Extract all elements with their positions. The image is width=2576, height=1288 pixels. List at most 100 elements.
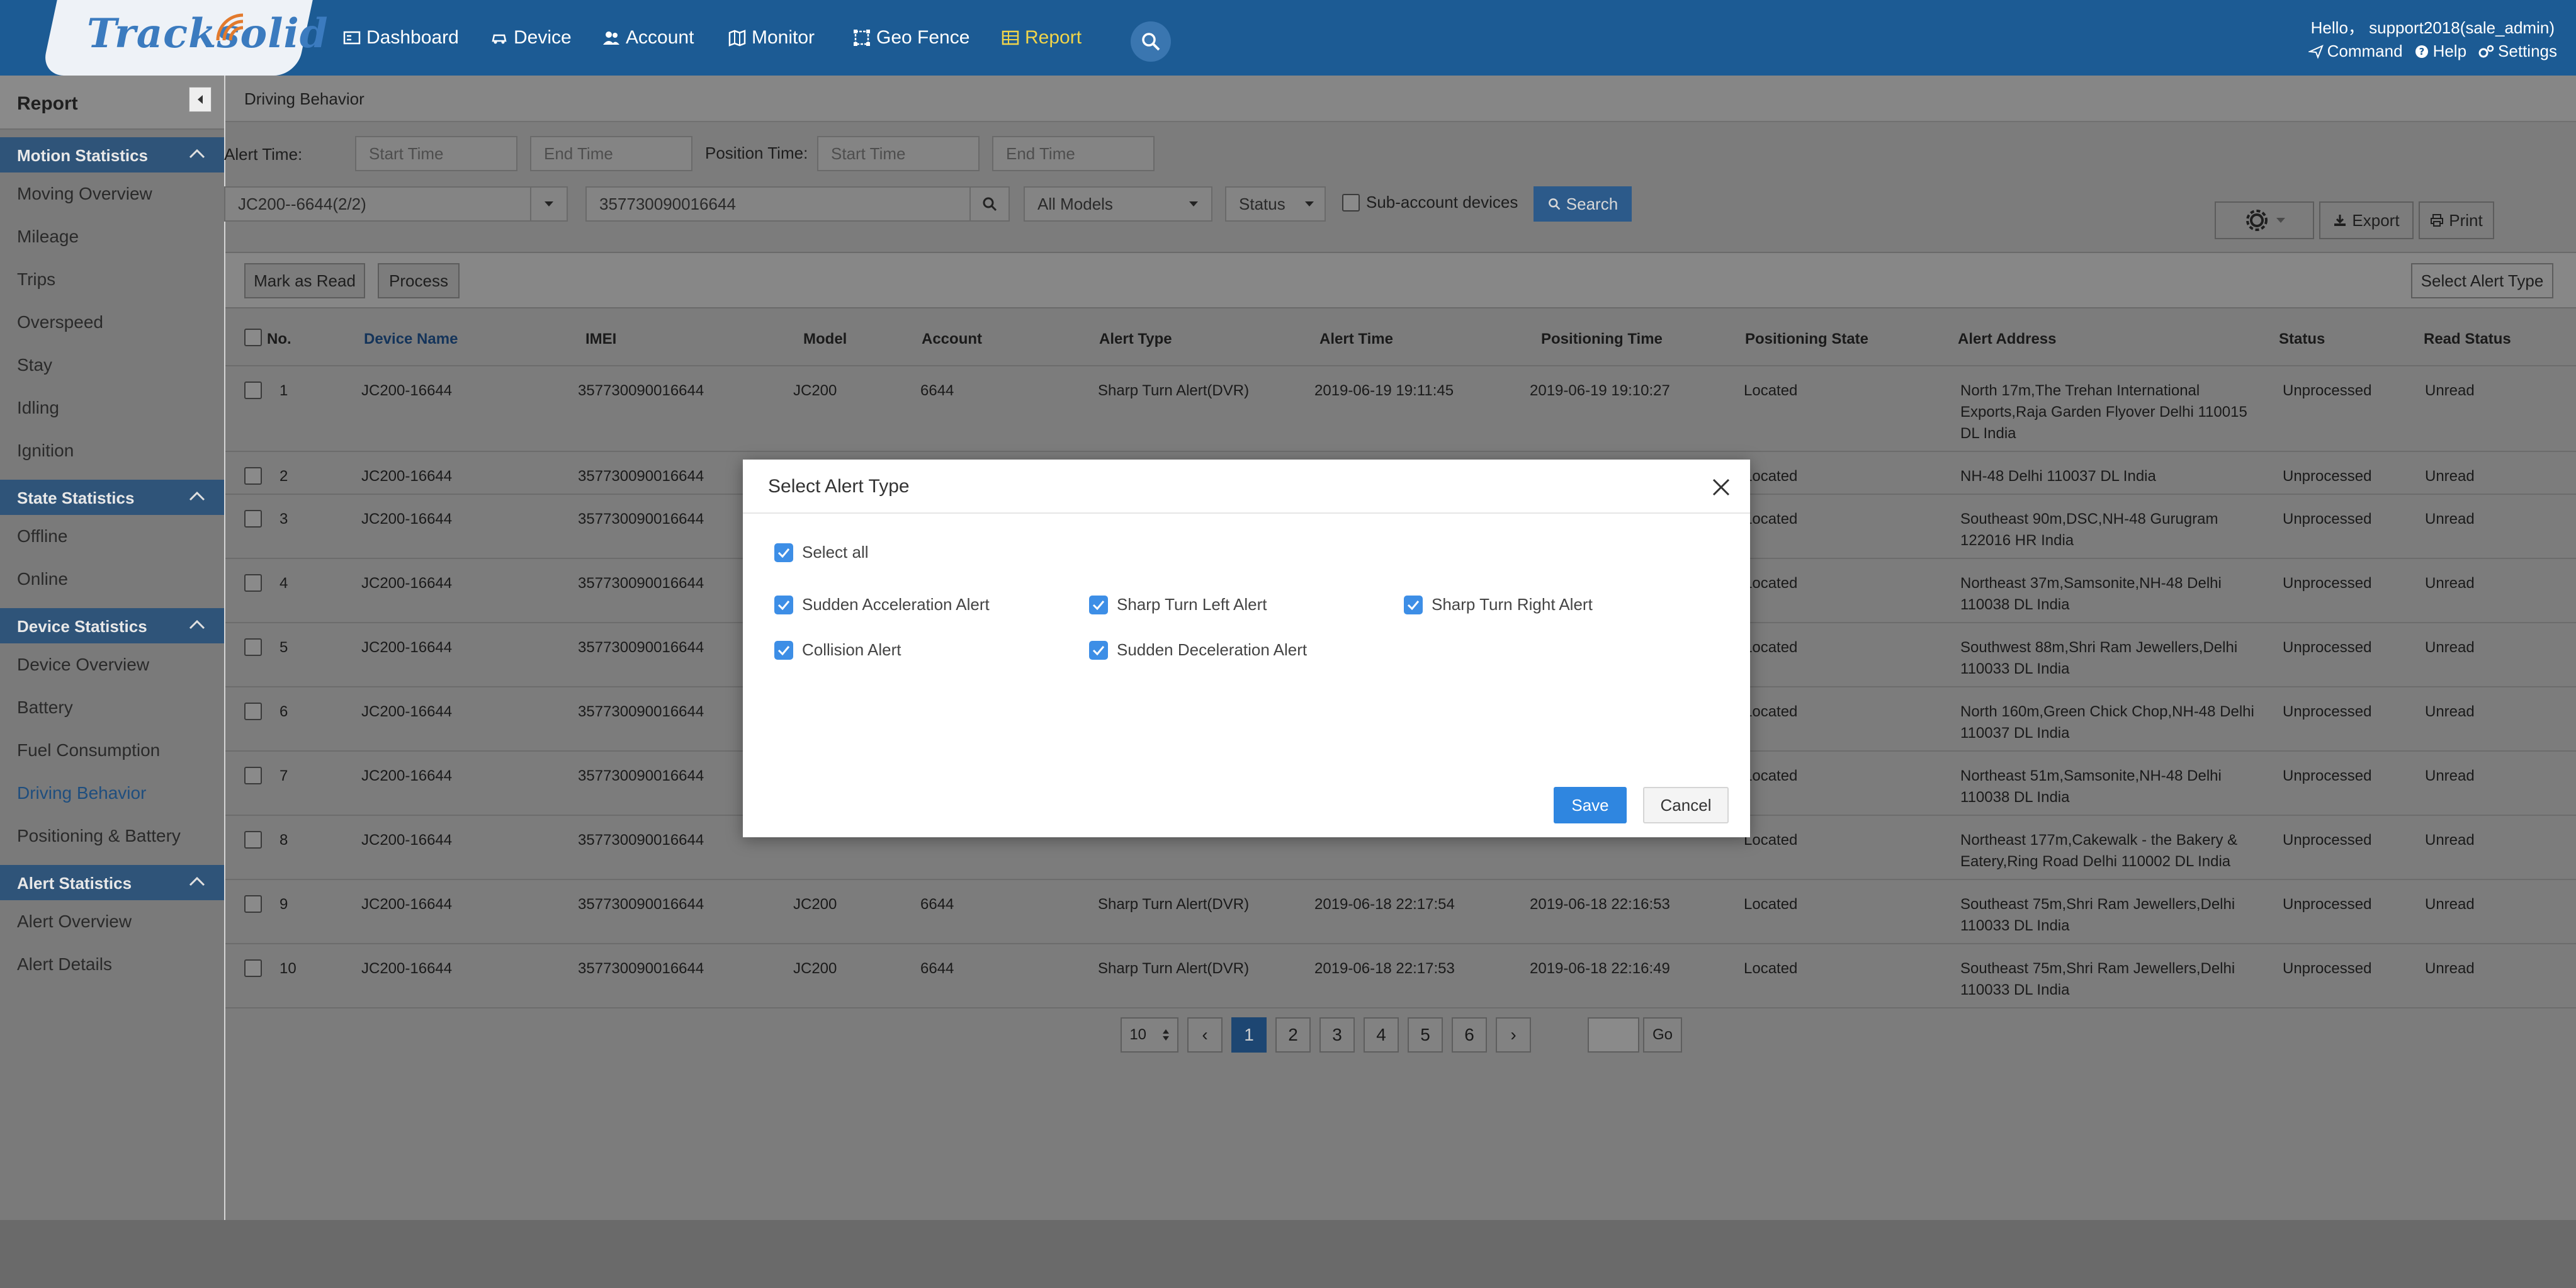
select-alert-type-button[interactable]: Select Alert Type [2411,263,2553,298]
table-row[interactable]: 1 JC200-16644 357730090016644 JC200 6644 Shar… [225,366,2576,452]
prev-page-button[interactable]: ‹ [1187,1017,1223,1053]
sidebar-section-device-statistics[interactable]: Device Statistics [0,608,224,643]
sidebar-item-battery[interactable]: Battery [0,686,224,729]
position-end-time-input[interactable]: End Time [992,136,1155,171]
page-4-button[interactable]: 4 [1364,1017,1399,1053]
account-select[interactable]: JC200--6644(2/2) [224,186,568,222]
mark-as-read-button[interactable]: Mark as Read [244,263,365,298]
nav-device[interactable]: Device [490,25,572,50]
checkmark-icon [1407,600,1420,610]
imei-input[interactable]: 357730090016644 [585,186,971,222]
table-row[interactable]: 10 JC200-16644 357730090016644 JC200 6644 Sha… [225,944,2576,1008]
nav-device-label: Device [514,27,572,48]
page-size-select[interactable]: 10 [1121,1017,1178,1053]
sidebar-item-online[interactable]: Online [0,558,224,601]
nav-monitor[interactable]: Monitor [728,25,815,50]
page-2-button[interactable]: 2 [1275,1017,1311,1053]
option-label: Sudden Deceleration Alert [1117,640,1308,659]
sidebar-item-moving-overview[interactable]: Moving Overview [0,172,224,215]
row-checkbox[interactable] [244,703,262,720]
sub-account-checkbox[interactable] [1342,193,1360,212]
imei-search-button[interactable] [969,186,1010,222]
select-all-checkbox[interactable] [774,543,793,562]
sharp-turn-left-checkbox[interactable] [1089,595,1108,614]
sidebar-item-driving-behavior[interactable]: Driving Behavior [0,772,224,815]
page-1-button[interactable]: 1 [1231,1017,1267,1053]
option-sharp-turn-left[interactable]: Sharp Turn Left Alert [1089,595,1267,614]
sudden-deceleration-checkbox[interactable] [1089,640,1108,660]
select-all-rows-checkbox[interactable] [244,329,262,346]
sub-account-toggle[interactable]: Sub-account devices [1342,193,1518,212]
row-checkbox[interactable] [244,510,262,528]
sidebar-item-alert-details[interactable]: Alert Details [0,943,224,986]
help-link[interactable]: ? Help [2414,42,2466,61]
row-checkbox[interactable] [244,831,262,849]
sidebar-item-trips[interactable]: Trips [0,258,224,301]
sidebar-section-motion-statistics[interactable]: Motion Statistics [0,137,224,172]
col-device-name[interactable]: Device Name [364,329,458,350]
status-select[interactable]: Status [1225,186,1326,222]
account-select-arrow[interactable] [530,186,568,222]
process-button[interactable]: Process [378,263,460,298]
search-button[interactable]: Search [1534,186,1632,222]
row-checkbox[interactable] [244,381,262,399]
sharp-turn-right-checkbox[interactable] [1404,595,1423,614]
logo[interactable]: Tracksolid [87,10,329,57]
option-sudden-acceleration[interactable]: Sudden Acceleration Alert [774,595,990,614]
sidebar-item-fuel-consumption[interactable]: Fuel Consumption [0,729,224,772]
export-button[interactable]: Export [2319,201,2414,239]
row-checkbox[interactable] [244,895,262,913]
sidebar-item-stay[interactable]: Stay [0,344,224,387]
go-button[interactable]: Go [1643,1017,1682,1053]
nav-account[interactable]: Account [602,25,694,50]
model-select[interactable]: All Models [1024,186,1212,222]
save-button[interactable]: Save [1554,787,1627,823]
sidebar-section-state-statistics[interactable]: State Statistics [0,480,224,515]
global-search-button[interactable] [1131,21,1171,62]
print-button[interactable]: Print [2419,201,2494,239]
row-positioning-state: Located [1744,960,1798,977]
column-settings-button[interactable] [2215,201,2314,239]
page-3-button[interactable]: 3 [1319,1017,1355,1053]
settings-link[interactable]: Settings [2478,42,2557,61]
row-checkbox[interactable] [244,574,262,592]
sidebar-item-alert-overview[interactable]: Alert Overview [0,900,224,943]
sidebar-item-offline[interactable]: Offline [0,515,224,558]
row-checkbox[interactable] [244,467,262,485]
position-start-time-input[interactable]: Start Time [817,136,980,171]
username[interactable]: support2018(sale_admin) [2369,18,2555,37]
nav-dashboard[interactable]: Dashboard [342,25,459,50]
sidebar-item-idling[interactable]: Idling [0,387,224,429]
collision-checkbox[interactable] [774,640,793,660]
next-page-button[interactable]: › [1496,1017,1531,1053]
cancel-button[interactable]: Cancel [1643,787,1729,823]
row-checkbox[interactable] [244,638,262,656]
select-all-option[interactable]: Select all [774,543,869,562]
sidebar-item-mileage[interactable]: Mileage [0,215,224,258]
alert-end-time-input[interactable]: End Time [530,136,692,171]
row-alert-type: Sharp Turn Alert(DVR) [1098,896,1250,913]
page-6-button[interactable]: 6 [1452,1017,1487,1053]
col-model: Model [803,330,847,347]
table-row[interactable]: 9 JC200-16644 357730090016644 JC200 6644 Shar… [225,880,2576,944]
row-checkbox[interactable] [244,959,262,977]
sidebar-item-positioning-battery[interactable]: Positioning & Battery [0,815,224,857]
option-collision[interactable]: Collision Alert [774,640,901,660]
sidebar-item-ignition[interactable]: Ignition [0,429,224,472]
close-icon[interactable] [1710,476,1732,499]
sidebar-item-device-overview[interactable]: Device Overview [0,643,224,686]
nav-geo-fence[interactable]: Geo Fence [852,25,969,50]
page-jump-input[interactable] [1588,1017,1639,1053]
row-checkbox[interactable] [244,767,262,784]
alert-start-time-input[interactable]: Start Time [355,136,517,171]
sidebar-section-alert-statistics[interactable]: Alert Statistics [0,865,224,900]
option-sharp-turn-right[interactable]: Sharp Turn Right Alert [1404,595,1593,614]
sidebar-item-overspeed[interactable]: Overspeed [0,301,224,344]
row-read-status: Unread [2425,832,2475,849]
sudden-acceleration-checkbox[interactable] [774,595,793,614]
page-5-button[interactable]: 5 [1408,1017,1443,1053]
nav-report[interactable]: Report [1001,25,1082,50]
sidebar-collapse-button[interactable] [189,87,212,112]
option-sudden-deceleration[interactable]: Sudden Deceleration Alert [1089,640,1307,660]
command-link[interactable]: Command [2308,42,2403,61]
